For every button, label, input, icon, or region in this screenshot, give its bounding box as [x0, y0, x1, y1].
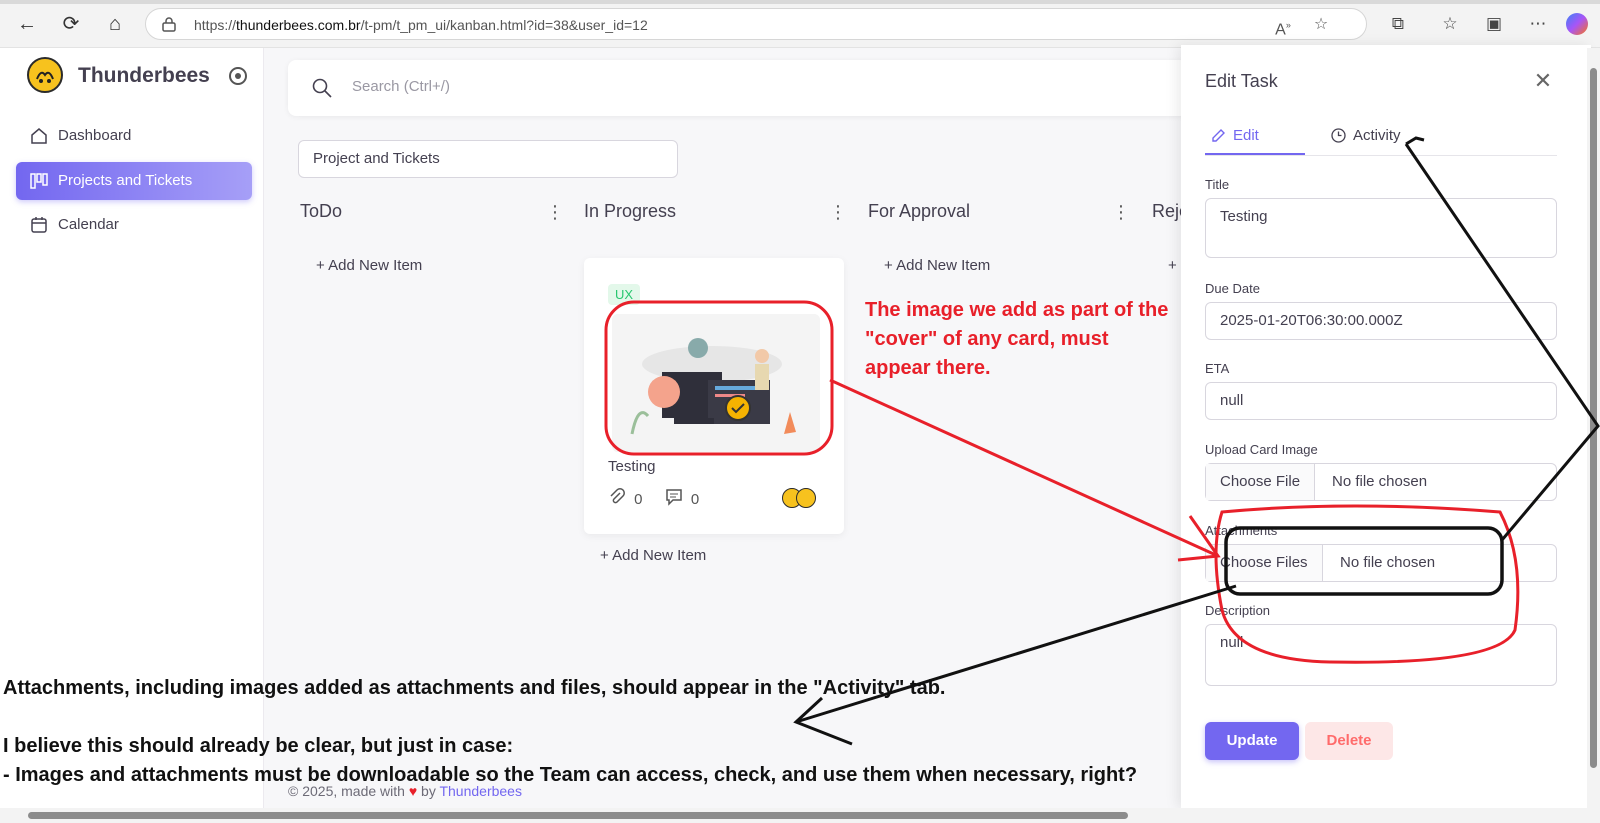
delete-button[interactable]: Delete — [1305, 722, 1393, 760]
add-item-todo[interactable]: + Add New Item — [316, 257, 422, 274]
copilot-icon[interactable] — [1566, 13, 1588, 35]
card-tag-badge: UX — [608, 284, 641, 305]
search-icon — [312, 78, 332, 98]
bee-glyph-icon — [36, 71, 54, 83]
choose-files-button[interactable]: Choose Files — [1206, 545, 1323, 581]
project-selector[interactable]: Project and Tickets — [298, 140, 678, 178]
card-title: Testing — [608, 458, 656, 475]
task-card[interactable]: UX Testing 0 0 — [584, 258, 844, 534]
search-placeholder: Search (Ctrl+/) — [352, 78, 450, 95]
update-button[interactable]: Update — [1205, 722, 1299, 760]
home-icon — [31, 128, 47, 144]
read-aloud-icon[interactable]: A» — [1272, 14, 1294, 38]
tab-activity-label: Activity — [1353, 127, 1401, 144]
column-menu-icon[interactable]: ⋮ — [1112, 202, 1130, 222]
attachments-input[interactable]: Choose Files No file chosen — [1205, 544, 1557, 582]
title-field[interactable]: Testing — [1205, 198, 1557, 258]
add-item-rejected[interactable]: + — [1168, 257, 1177, 274]
choose-file-button[interactable]: Choose File — [1206, 464, 1316, 500]
address-bar[interactable]: https://thunderbees.com.br/t-pm/t_pm_ui/… — [145, 8, 1367, 40]
card-meta: 0 0 — [608, 488, 699, 510]
upload-card-image-input[interactable]: Choose File No file chosen — [1205, 463, 1557, 501]
annotation-line: Attachments, including images added as a… — [3, 677, 946, 699]
add-item-in-progress[interactable]: + Add New Item — [600, 547, 706, 564]
favorite-star-icon[interactable]: ☆ — [1310, 14, 1332, 36]
description-label: Description — [1205, 603, 1271, 618]
url-text: https://thunderbees.com.br/t-pm/t_pm_ui/… — [194, 17, 648, 33]
search-bar[interactable]: Search (Ctrl+/) — [288, 60, 1188, 116]
sidebar-item-label: Dashboard — [58, 127, 132, 144]
comment-count: 0 — [690, 490, 700, 508]
browser-toolbar: ← ⟳ ⌂ https://thunderbees.com.br/t-pm/t_… — [0, 0, 1600, 48]
sidebar-toggle-icon[interactable] — [229, 67, 247, 85]
back-icon[interactable]: ← — [14, 11, 40, 37]
reload-icon[interactable]: ⟳ — [58, 11, 84, 37]
column-title-in-progress: In Progress — [584, 201, 677, 221]
collections-icon[interactable]: ▣ — [1482, 12, 1506, 36]
extensions-icon[interactable]: ⧉ — [1386, 12, 1410, 36]
description-field[interactable]: null — [1205, 624, 1557, 686]
comment-icon — [665, 488, 683, 510]
upload-card-image-label: Upload Card Image — [1205, 442, 1318, 457]
due-date-field[interactable]: 2025-01-20T06:30:00.000Z — [1205, 302, 1557, 340]
clock-icon — [1331, 128, 1346, 143]
title-label: Title — [1205, 177, 1230, 192]
column-menu-icon[interactable]: ⋮ — [546, 202, 564, 222]
panel-title: Edit Task — [1205, 71, 1278, 91]
column-menu-icon[interactable]: ⋮ — [829, 202, 847, 222]
red-arrow-line — [829, 378, 1219, 558]
add-item-for-approval[interactable]: + Add New Item — [884, 257, 990, 274]
red-annotation-text: The image we add as part of the "cover" … — [865, 299, 1169, 379]
eta-field[interactable]: null — [1205, 382, 1557, 420]
tabs-divider — [1205, 155, 1557, 156]
annotation-line: I believe this should already be clear, … — [3, 735, 514, 757]
sidebar-item-label: Projects and Tickets — [58, 172, 193, 189]
favorites-icon[interactable]: ☆ — [1438, 12, 1462, 36]
lock-icon — [162, 17, 176, 32]
vertical-scrollbar[interactable] — [1587, 48, 1600, 808]
horizontal-scroll-thumb[interactable] — [28, 812, 1128, 819]
column-title-for-approval: For Approval — [868, 201, 971, 221]
brand-name: Thunderbees — [78, 64, 210, 87]
thunderbees-logo-icon — [27, 57, 63, 93]
more-menu-icon[interactable]: ⋯ — [1526, 12, 1550, 36]
tab-edit[interactable]: Edit — [1205, 127, 1305, 155]
card-cover-image — [612, 314, 820, 452]
due-date-label: Due Date — [1205, 281, 1260, 296]
paperclip-icon — [608, 488, 626, 510]
home-icon[interactable]: ⌂ — [102, 11, 128, 37]
attachments-status: No file chosen — [1340, 554, 1436, 571]
sidebar-item-projects[interactable]: Projects and Tickets — [16, 162, 252, 200]
cover-illustration — [612, 314, 820, 452]
assignee-avatars[interactable] — [782, 488, 822, 508]
attachments-label: Attachments — [1205, 523, 1278, 538]
column-title-todo: ToDo — [300, 201, 343, 221]
avatar — [796, 488, 816, 508]
sidebar-item-label: Calendar — [58, 216, 119, 233]
tab-activity[interactable]: Activity — [1331, 127, 1401, 144]
tab-edit-label: Edit — [1233, 127, 1259, 144]
vertical-scroll-thumb[interactable] — [1590, 68, 1597, 768]
black-annotation-text: Attachments, including images added as a… — [3, 674, 1137, 790]
attachment-count: 0 — [634, 490, 643, 508]
close-icon[interactable]: ✕ — [1533, 70, 1553, 92]
sidebar-item-calendar[interactable]: Calendar — [16, 206, 252, 244]
eta-label: ETA — [1205, 361, 1230, 376]
sidebar-item-dashboard[interactable]: Dashboard — [16, 117, 252, 155]
kanban-icon — [30, 173, 48, 189]
horizontal-scrollbar[interactable] — [0, 808, 1600, 823]
calendar-icon — [31, 217, 47, 233]
tab-strip-edge — [0, 0, 1600, 4]
edit-icon — [1212, 129, 1225, 142]
annotation-line: - Images and attachments must be downloa… — [3, 764, 1138, 786]
edit-task-panel: Edit Task ✕ Edit Activity Title Testing … — [1181, 45, 1591, 808]
file-status: No file chosen — [1332, 473, 1428, 490]
